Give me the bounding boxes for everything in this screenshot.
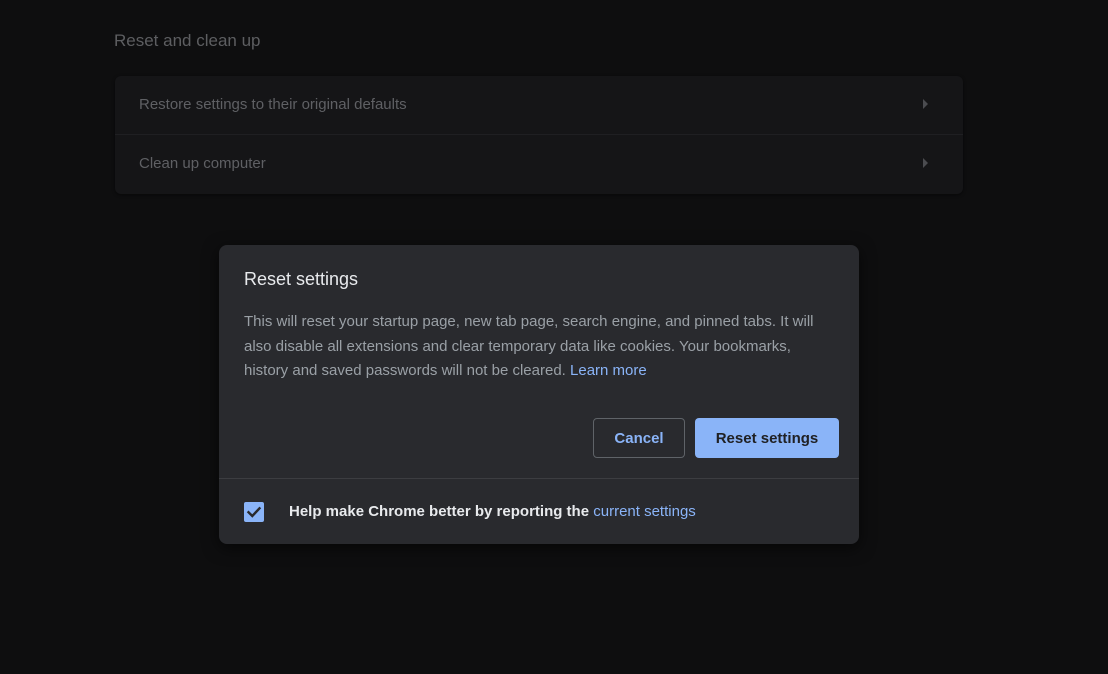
restore-defaults-label: Restore settings to their original defau… [139, 96, 407, 113]
current-settings-link[interactable]: current settings [593, 503, 696, 520]
reset-settings-dialog: Reset settings This will reset your star… [219, 245, 859, 544]
reset-settings-button[interactable]: Reset settings [695, 418, 839, 458]
reset-cleanup-card: Restore settings to their original defau… [115, 76, 963, 194]
dialog-divider [219, 478, 859, 479]
clean-up-computer-label: Clean up computer [139, 155, 266, 172]
dialog-body-text: This will reset your startup page, new t… [244, 313, 814, 379]
learn-more-link[interactable]: Learn more [570, 362, 647, 379]
settings-page: Reset and clean up Restore settings to t… [0, 0, 1108, 674]
chevron-right-icon [923, 99, 928, 109]
checkmark-icon [246, 506, 262, 518]
clean-up-computer-row[interactable]: Clean up computer [115, 135, 963, 193]
dialog-body: This will reset your startup page, new t… [244, 310, 839, 384]
cancel-button[interactable]: Cancel [593, 418, 685, 458]
dialog-title: Reset settings [244, 269, 359, 289]
report-settings-checkbox[interactable] [244, 502, 264, 522]
section-title: Reset and clean up [114, 31, 261, 50]
chevron-right-icon [923, 158, 928, 168]
report-settings-text: Help make Chrome better by reporting the [289, 503, 590, 520]
restore-defaults-row[interactable]: Restore settings to their original defau… [115, 76, 963, 134]
report-settings-label: Help make Chrome better by reporting the… [289, 503, 696, 520]
